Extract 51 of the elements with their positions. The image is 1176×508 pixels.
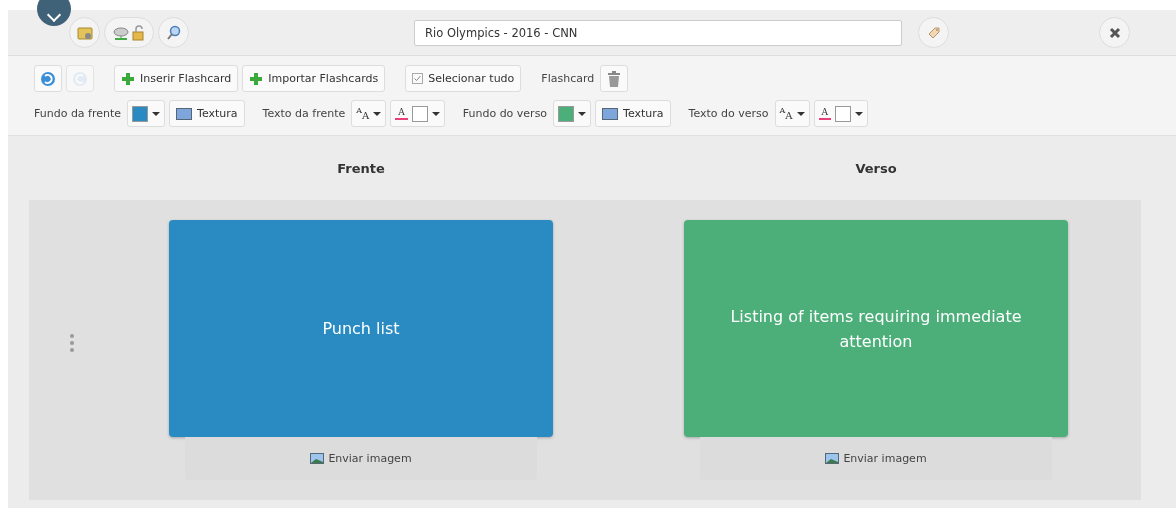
- image-icon: [825, 453, 840, 464]
- text-label: Texto do verso: [688, 107, 769, 120]
- texture-button[interactable]: Textura: [595, 100, 671, 127]
- cloud-lock-icon: [111, 24, 147, 41]
- close-button[interactable]: [1099, 17, 1130, 48]
- redo-icon: [72, 70, 88, 87]
- checkbox-icon: [412, 73, 424, 84]
- caret-icon: [578, 111, 587, 116]
- flashcard[interactable]: Punch list: [169, 220, 553, 437]
- plus-icon: [249, 71, 264, 86]
- cloud-lock-button[interactable]: [104, 17, 154, 48]
- texture-button[interactable]: Textura: [169, 100, 245, 127]
- search-button[interactable]: [158, 17, 189, 48]
- folder-button[interactable]: [69, 17, 100, 48]
- column-header: Frente: [336, 160, 386, 176]
- folder-icon: [76, 25, 93, 40]
- background-color-dropdown[interactable]: [127, 100, 166, 127]
- select-all-button[interactable]: Selecionar tudo: [405, 65, 522, 92]
- image-icon: [310, 453, 325, 464]
- delete-button[interactable]: [600, 65, 629, 92]
- close-icon: [1108, 26, 1121, 39]
- upload-image-button[interactable]: Enviar imagem: [825, 452, 927, 465]
- undo-button[interactable]: [34, 65, 62, 92]
- texture-icon: [602, 107, 619, 120]
- search-icon: [165, 24, 182, 41]
- plus-icon: [121, 71, 135, 86]
- background-label: Fundo da frente: [34, 107, 122, 120]
- caret-icon: [855, 111, 864, 116]
- texture-icon: [176, 107, 193, 120]
- flashcard-label: Flashcard: [541, 72, 595, 85]
- text-color-dropdown[interactable]: A: [390, 100, 445, 127]
- caret-icon: [373, 111, 382, 116]
- drag-handle-icon[interactable]: [69, 332, 75, 353]
- card-text: Listing of items requiring immediate attention: [729, 305, 1023, 353]
- text-label: Texto da frente: [262, 107, 346, 120]
- background-color-dropdown[interactable]: [553, 100, 592, 127]
- add-button[interactable]: Importar Flashcards: [242, 65, 386, 92]
- tag-button[interactable]: [918, 17, 949, 48]
- title-field[interactable]: Rio Olympics - 2016 - CNN: [414, 19, 902, 46]
- card-text: Punch list: [322, 318, 400, 340]
- caret-icon: [796, 111, 805, 116]
- undo-icon: [40, 70, 56, 87]
- logo-icon[interactable]: [37, 0, 71, 26]
- caret-icon: [152, 111, 161, 116]
- text-color-dropdown[interactable]: A: [813, 100, 869, 127]
- column-header: Verso: [854, 160, 898, 176]
- caret-icon: [431, 111, 440, 116]
- trash-icon: [607, 70, 622, 87]
- add-button[interactable]: Inserir Flashcard: [114, 65, 239, 92]
- upload-image-button[interactable]: Enviar imagem: [310, 452, 412, 465]
- background-label: Fundo do verso: [462, 107, 548, 120]
